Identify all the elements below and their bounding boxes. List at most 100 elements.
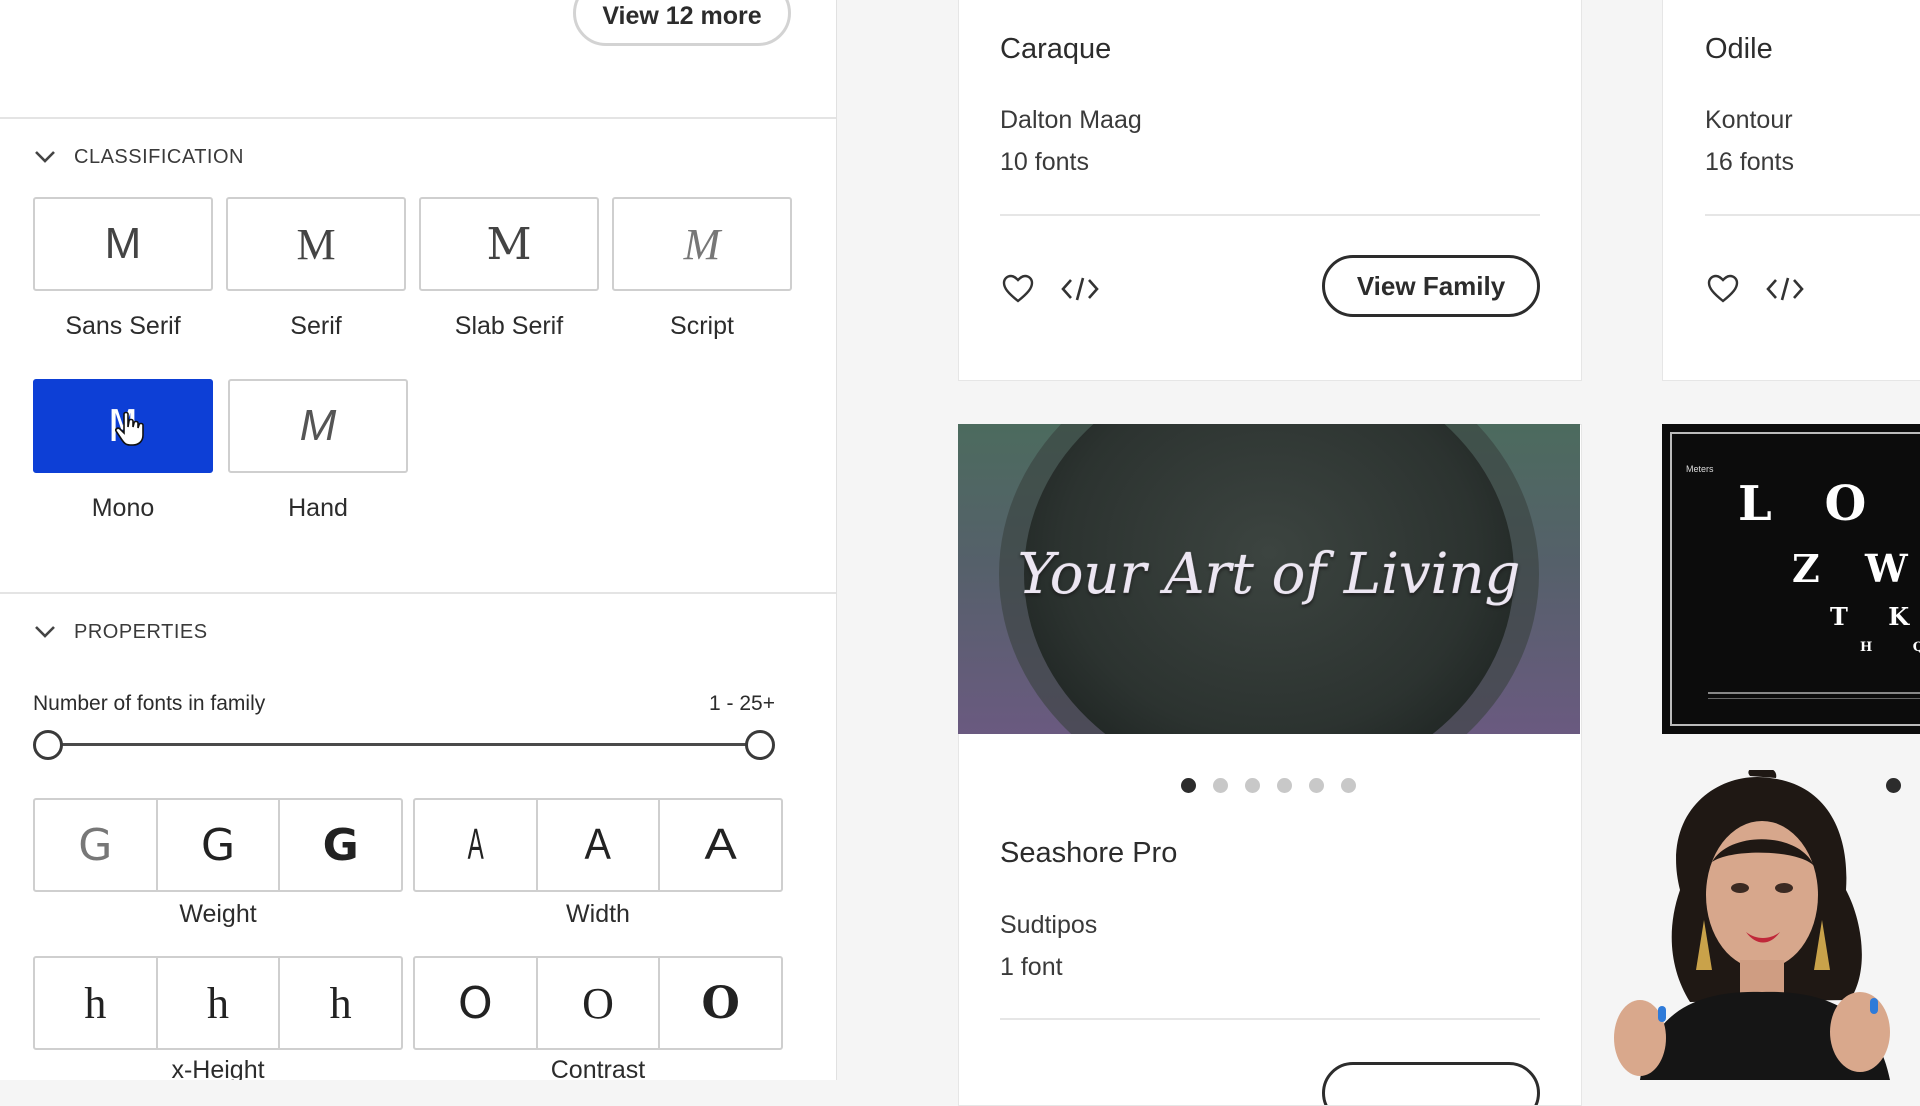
carousel-dot[interactable]: [1213, 778, 1228, 793]
seashore-preview-image[interactable]: Your Art of Living: [958, 424, 1580, 734]
contrast-label: Contrast: [550, 1056, 646, 1080]
contrast-medium-option[interactable]: O: [538, 958, 661, 1048]
xheight-medium-option[interactable]: h: [158, 958, 281, 1048]
fonts-in-family-slider-track[interactable]: [48, 743, 762, 746]
contrast-high-option[interactable]: O: [660, 958, 781, 1048]
code-embed-icon[interactable]: [1765, 269, 1805, 309]
card-divider: [1000, 214, 1540, 216]
slider-max-handle[interactable]: [745, 730, 775, 760]
carousel-dot[interactable]: [1277, 778, 1292, 793]
xheight-low-option[interactable]: h: [35, 958, 158, 1048]
weight-regular-option[interactable]: G: [158, 800, 281, 890]
carousel-dot[interactable]: [1309, 778, 1324, 793]
chevron-down-icon: [32, 619, 58, 645]
classification-hand[interactable]: M: [228, 379, 408, 473]
classification-label: Sans Serif: [65, 312, 181, 340]
classification-mono[interactable]: M: [33, 379, 213, 473]
classification-label: Script: [670, 312, 734, 340]
contrast-glyph: O: [582, 978, 614, 1028]
card-divider: [1705, 214, 1920, 216]
carousel-dot[interactable]: [1341, 778, 1356, 793]
divider: [0, 117, 836, 119]
font-count: 1 font: [1000, 953, 1063, 981]
classification-script[interactable]: M: [612, 197, 792, 291]
weight-light-option[interactable]: G: [35, 800, 158, 890]
width-label: Width: [566, 900, 630, 928]
script-glyph: M: [683, 219, 721, 269]
sans-serif-glyph: M: [104, 219, 142, 268]
classification-header[interactable]: CLASSIFICATION: [32, 144, 244, 170]
xheight-glyph: h: [329, 978, 352, 1028]
eye-chart-row: T K: [1830, 602, 1920, 631]
foundry-name[interactable]: Sudtipos: [1000, 911, 1097, 940]
weight-glyph: G: [78, 819, 113, 871]
font-card-odile[interactable]: Odile Kontour 16 fonts: [1662, 0, 1920, 381]
presenter-illustration: [1614, 770, 1890, 1080]
view-family-button-partial[interactable]: [1322, 1062, 1540, 1105]
font-family-name[interactable]: Odile: [1705, 33, 1773, 66]
slider-min-handle[interactable]: [33, 730, 63, 760]
width-glyph: A: [704, 820, 737, 869]
card-divider: [1000, 1018, 1540, 1020]
filter-sidebar: View 12 more CLASSIFICATION M Sans Serif…: [0, 0, 837, 1080]
hand-glyph: M: [299, 401, 337, 450]
font-family-name[interactable]: Seashore Pro: [1000, 837, 1177, 870]
font-family-name[interactable]: Caraque: [1000, 33, 1111, 66]
eye-chart-row: H Q: [1860, 640, 1920, 655]
eye-chart-line: [1708, 698, 1920, 699]
serif-glyph: M: [296, 219, 336, 269]
classification-label: Slab Serif: [454, 312, 564, 340]
contrast-selector: O O O: [413, 956, 783, 1050]
font-count: 16 fonts: [1705, 148, 1794, 176]
view-more-button[interactable]: View 12 more: [573, 0, 791, 46]
contrast-glyph: O: [458, 977, 493, 1029]
weight-label: Weight: [179, 900, 257, 928]
presenter-webcam-overlay: [1600, 770, 1920, 1080]
properties-header[interactable]: PROPERTIES: [32, 619, 208, 645]
width-wide-option[interactable]: A: [660, 800, 781, 890]
weight-glyph: G: [200, 819, 236, 871]
code-embed-icon[interactable]: [1060, 269, 1100, 309]
fonts-in-family-label: Number of fonts in family: [33, 692, 266, 715]
xheight-glyph: h: [84, 978, 107, 1028]
xheight-label: x-Height: [171, 1056, 265, 1080]
font-card-caraque[interactable]: Caraque Dalton Maag 10 fonts View Family: [958, 0, 1582, 381]
weight-selector: G G G: [33, 798, 403, 892]
xheight-high-option[interactable]: h: [280, 958, 401, 1048]
heart-icon[interactable]: [998, 269, 1038, 309]
width-narrow-option[interactable]: A: [415, 800, 538, 890]
foundry-name[interactable]: Kontour: [1705, 106, 1793, 135]
eye-chart-row: L O C: [1738, 476, 1920, 532]
classification-label: Mono: [91, 494, 155, 522]
xheight-glyph: h: [207, 978, 229, 1028]
eye-chart-legend: Meters: [1686, 464, 1714, 474]
contrast-low-option[interactable]: O: [415, 958, 538, 1048]
carousel-dot[interactable]: [1245, 778, 1260, 793]
eye-chart-row: Z W: [1792, 546, 1920, 591]
font-count: 10 fonts: [1000, 148, 1089, 176]
classification-serif[interactable]: M: [226, 197, 406, 291]
classification-label: Serif: [290, 312, 342, 340]
contrast-glyph: O: [701, 977, 740, 1029]
classification-slab-serif[interactable]: M: [419, 197, 599, 291]
foundry-name[interactable]: Dalton Maag: [1000, 106, 1142, 135]
chevron-down-icon: [32, 144, 58, 170]
divider: [0, 592, 836, 594]
width-glyph: A: [467, 820, 484, 869]
width-selector: A A A: [413, 798, 783, 892]
hand-cursor-icon: [115, 411, 144, 446]
odile-preview-image[interactable]: Meters L O C Z W T K H Q: [1662, 424, 1920, 734]
classification-title: CLASSIFICATION: [74, 145, 244, 168]
properties-title: PROPERTIES: [74, 620, 208, 643]
preview-script-text: Your Art of Living: [1017, 542, 1521, 607]
fonts-in-family-range: 1 - 25+: [709, 692, 775, 715]
carousel-dot[interactable]: [1181, 778, 1196, 793]
classification-label: Hand: [288, 494, 348, 522]
classification-sans-serif[interactable]: M: [33, 197, 213, 291]
heart-icon[interactable]: [1703, 269, 1743, 309]
weight-bold-option[interactable]: G: [280, 800, 401, 890]
xheight-selector: h h h: [33, 956, 403, 1050]
width-normal-option[interactable]: A: [538, 800, 661, 890]
slab-serif-glyph: M: [486, 218, 532, 270]
view-family-button[interactable]: View Family: [1322, 255, 1540, 317]
